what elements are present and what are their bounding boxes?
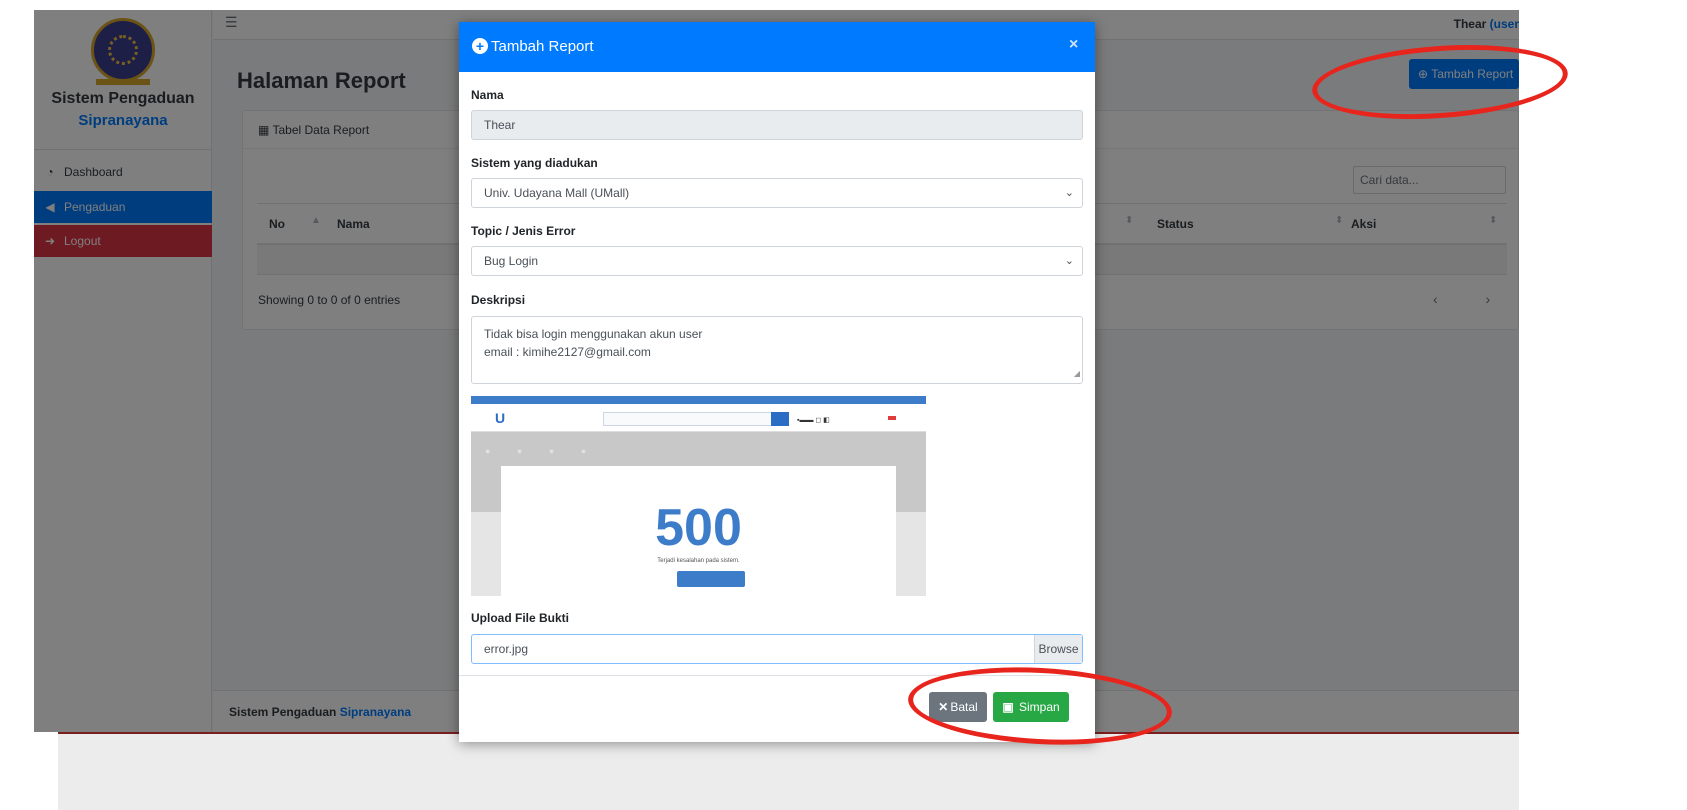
nama-field[interactable]: Thear xyxy=(471,110,1083,140)
resize-grip-icon[interactable]: ◢ xyxy=(1074,365,1080,383)
preview-error-code: 500 xyxy=(471,414,926,557)
uploaded-image-preview: U ▪▬▬ ◻ ◧ ● ● ● ● 500 Terjadi kesalahan … xyxy=(471,396,926,596)
modal-title: Tambah Report xyxy=(491,38,594,55)
file-name: error.jpg xyxy=(484,642,529,656)
file-upload-input[interactable]: error.jpg Browse xyxy=(471,634,1083,664)
plus-circle-icon: + xyxy=(472,38,488,54)
preview-error-message: Terjadi kesalahan pada sistem. xyxy=(657,558,740,564)
chevron-down-icon: ⌄ xyxy=(1064,255,1074,267)
sistem-label: Sistem yang diadukan xyxy=(471,156,598,170)
topic-value: Bug Login xyxy=(484,254,539,268)
chevron-down-icon: ⌄ xyxy=(1064,187,1074,199)
topic-label: Topic / Jenis Error xyxy=(471,224,576,238)
close-icon[interactable]: × xyxy=(1069,36,1078,54)
deskripsi-line: Tidak bisa login menggunakan akun user xyxy=(484,327,703,341)
preview-topbar xyxy=(471,396,926,404)
topic-select[interactable]: Bug Login ⌄ xyxy=(471,246,1083,276)
upload-label: Upload File Bukti xyxy=(471,611,570,625)
sistem-value: Univ. Udayana Mall (UMall) xyxy=(484,186,630,200)
deskripsi-textarea[interactable]: Tidak bisa login menggunakan akun user e… xyxy=(471,316,1083,384)
sistem-select[interactable]: Univ. Udayana Mall (UMall) ⌄ xyxy=(471,178,1083,208)
modal-header: + Tambah Report × xyxy=(459,22,1095,72)
screenshot-stage: Sistem Pengaduan Sipranayana ◔Dashboard … xyxy=(0,0,1687,810)
preview-button xyxy=(677,571,745,587)
add-report-modal: + Tambah Report × Nama Thear Sistem yang… xyxy=(459,22,1095,742)
deskripsi-line: email : kimihe2127@gmail.com xyxy=(484,345,651,359)
nama-label: Nama xyxy=(471,88,504,102)
deskripsi-label: Deskripsi xyxy=(471,293,526,307)
browse-button[interactable]: Browse xyxy=(1034,635,1082,663)
desktop-strip xyxy=(58,732,1519,810)
preview-error-code-text: 500 xyxy=(655,499,742,557)
